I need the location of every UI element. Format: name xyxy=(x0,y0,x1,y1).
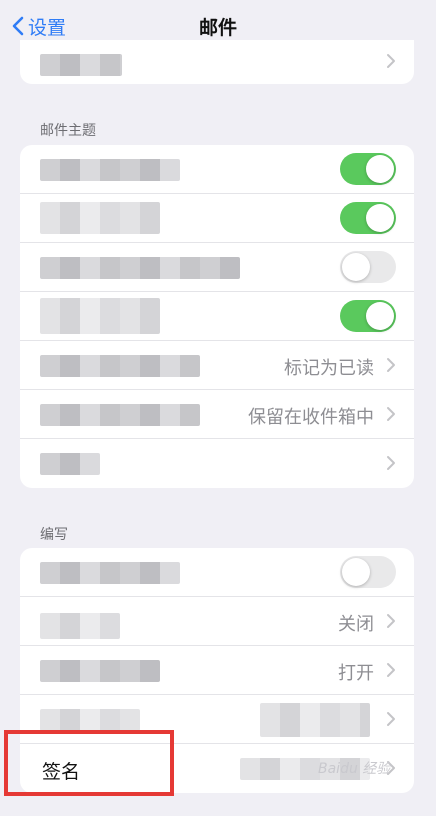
redacted-label xyxy=(40,404,200,426)
redacted-label xyxy=(40,159,180,181)
chevron-right-icon xyxy=(387,712,395,726)
redacted-label xyxy=(40,298,160,334)
toggle-switch[interactable] xyxy=(340,153,396,185)
row-value: 保留在收件箱中 xyxy=(248,407,374,428)
redacted-value xyxy=(260,703,370,737)
redacted-label xyxy=(40,202,160,234)
redacted-label xyxy=(40,562,180,584)
redacted-label xyxy=(40,453,100,475)
accounts-group xyxy=(20,40,414,84)
list-item[interactable] xyxy=(20,145,414,194)
redacted-label xyxy=(40,660,160,682)
list-item[interactable] xyxy=(20,194,414,243)
chevron-right-icon xyxy=(387,54,395,68)
redacted-label xyxy=(40,54,122,76)
redacted-label xyxy=(40,709,140,731)
page-title: 邮件 xyxy=(198,17,237,39)
section-header-mail-theme: 邮件主题 xyxy=(40,123,96,139)
toggle-switch[interactable] xyxy=(340,251,396,283)
toggle-switch[interactable] xyxy=(340,202,396,234)
list-item[interactable]: 打开 xyxy=(20,646,414,695)
list-item[interactable] xyxy=(20,40,414,84)
toggle-switch[interactable] xyxy=(340,556,396,588)
section-header-compose: 编写 xyxy=(40,527,68,543)
chevron-right-icon xyxy=(387,358,395,372)
chevron-right-icon xyxy=(387,663,395,677)
list-item[interactable] xyxy=(20,439,414,487)
row-value: 打开 xyxy=(338,663,374,684)
toggle-knob xyxy=(342,558,370,586)
chevron-right-icon xyxy=(387,614,395,628)
list-item[interactable] xyxy=(20,548,414,597)
list-item[interactable]: 保留在收件箱中 xyxy=(20,390,414,439)
toggle-knob xyxy=(366,155,394,183)
chevron-right-icon xyxy=(387,456,395,470)
toggle-knob xyxy=(366,302,394,330)
row-value: 标记为已读 xyxy=(284,358,374,379)
redacted-label xyxy=(40,355,200,377)
chevron-right-icon xyxy=(387,407,395,421)
list-item[interactable] xyxy=(20,292,414,341)
redacted-label xyxy=(40,613,120,639)
toggle-knob xyxy=(366,204,394,232)
list-item[interactable]: 标记为已读 xyxy=(20,341,414,390)
toggle-knob xyxy=(342,253,370,281)
list-item[interactable] xyxy=(20,243,414,292)
watermark: Baidu 经验 xyxy=(318,761,391,777)
list-item[interactable]: 关闭 xyxy=(20,597,414,646)
highlight-box xyxy=(4,730,174,796)
mail-theme-group: 标记为已读 保留在收件箱中 xyxy=(20,145,414,488)
toggle-switch[interactable] xyxy=(340,300,396,332)
row-value: 关闭 xyxy=(338,614,374,635)
redacted-label xyxy=(40,257,240,279)
